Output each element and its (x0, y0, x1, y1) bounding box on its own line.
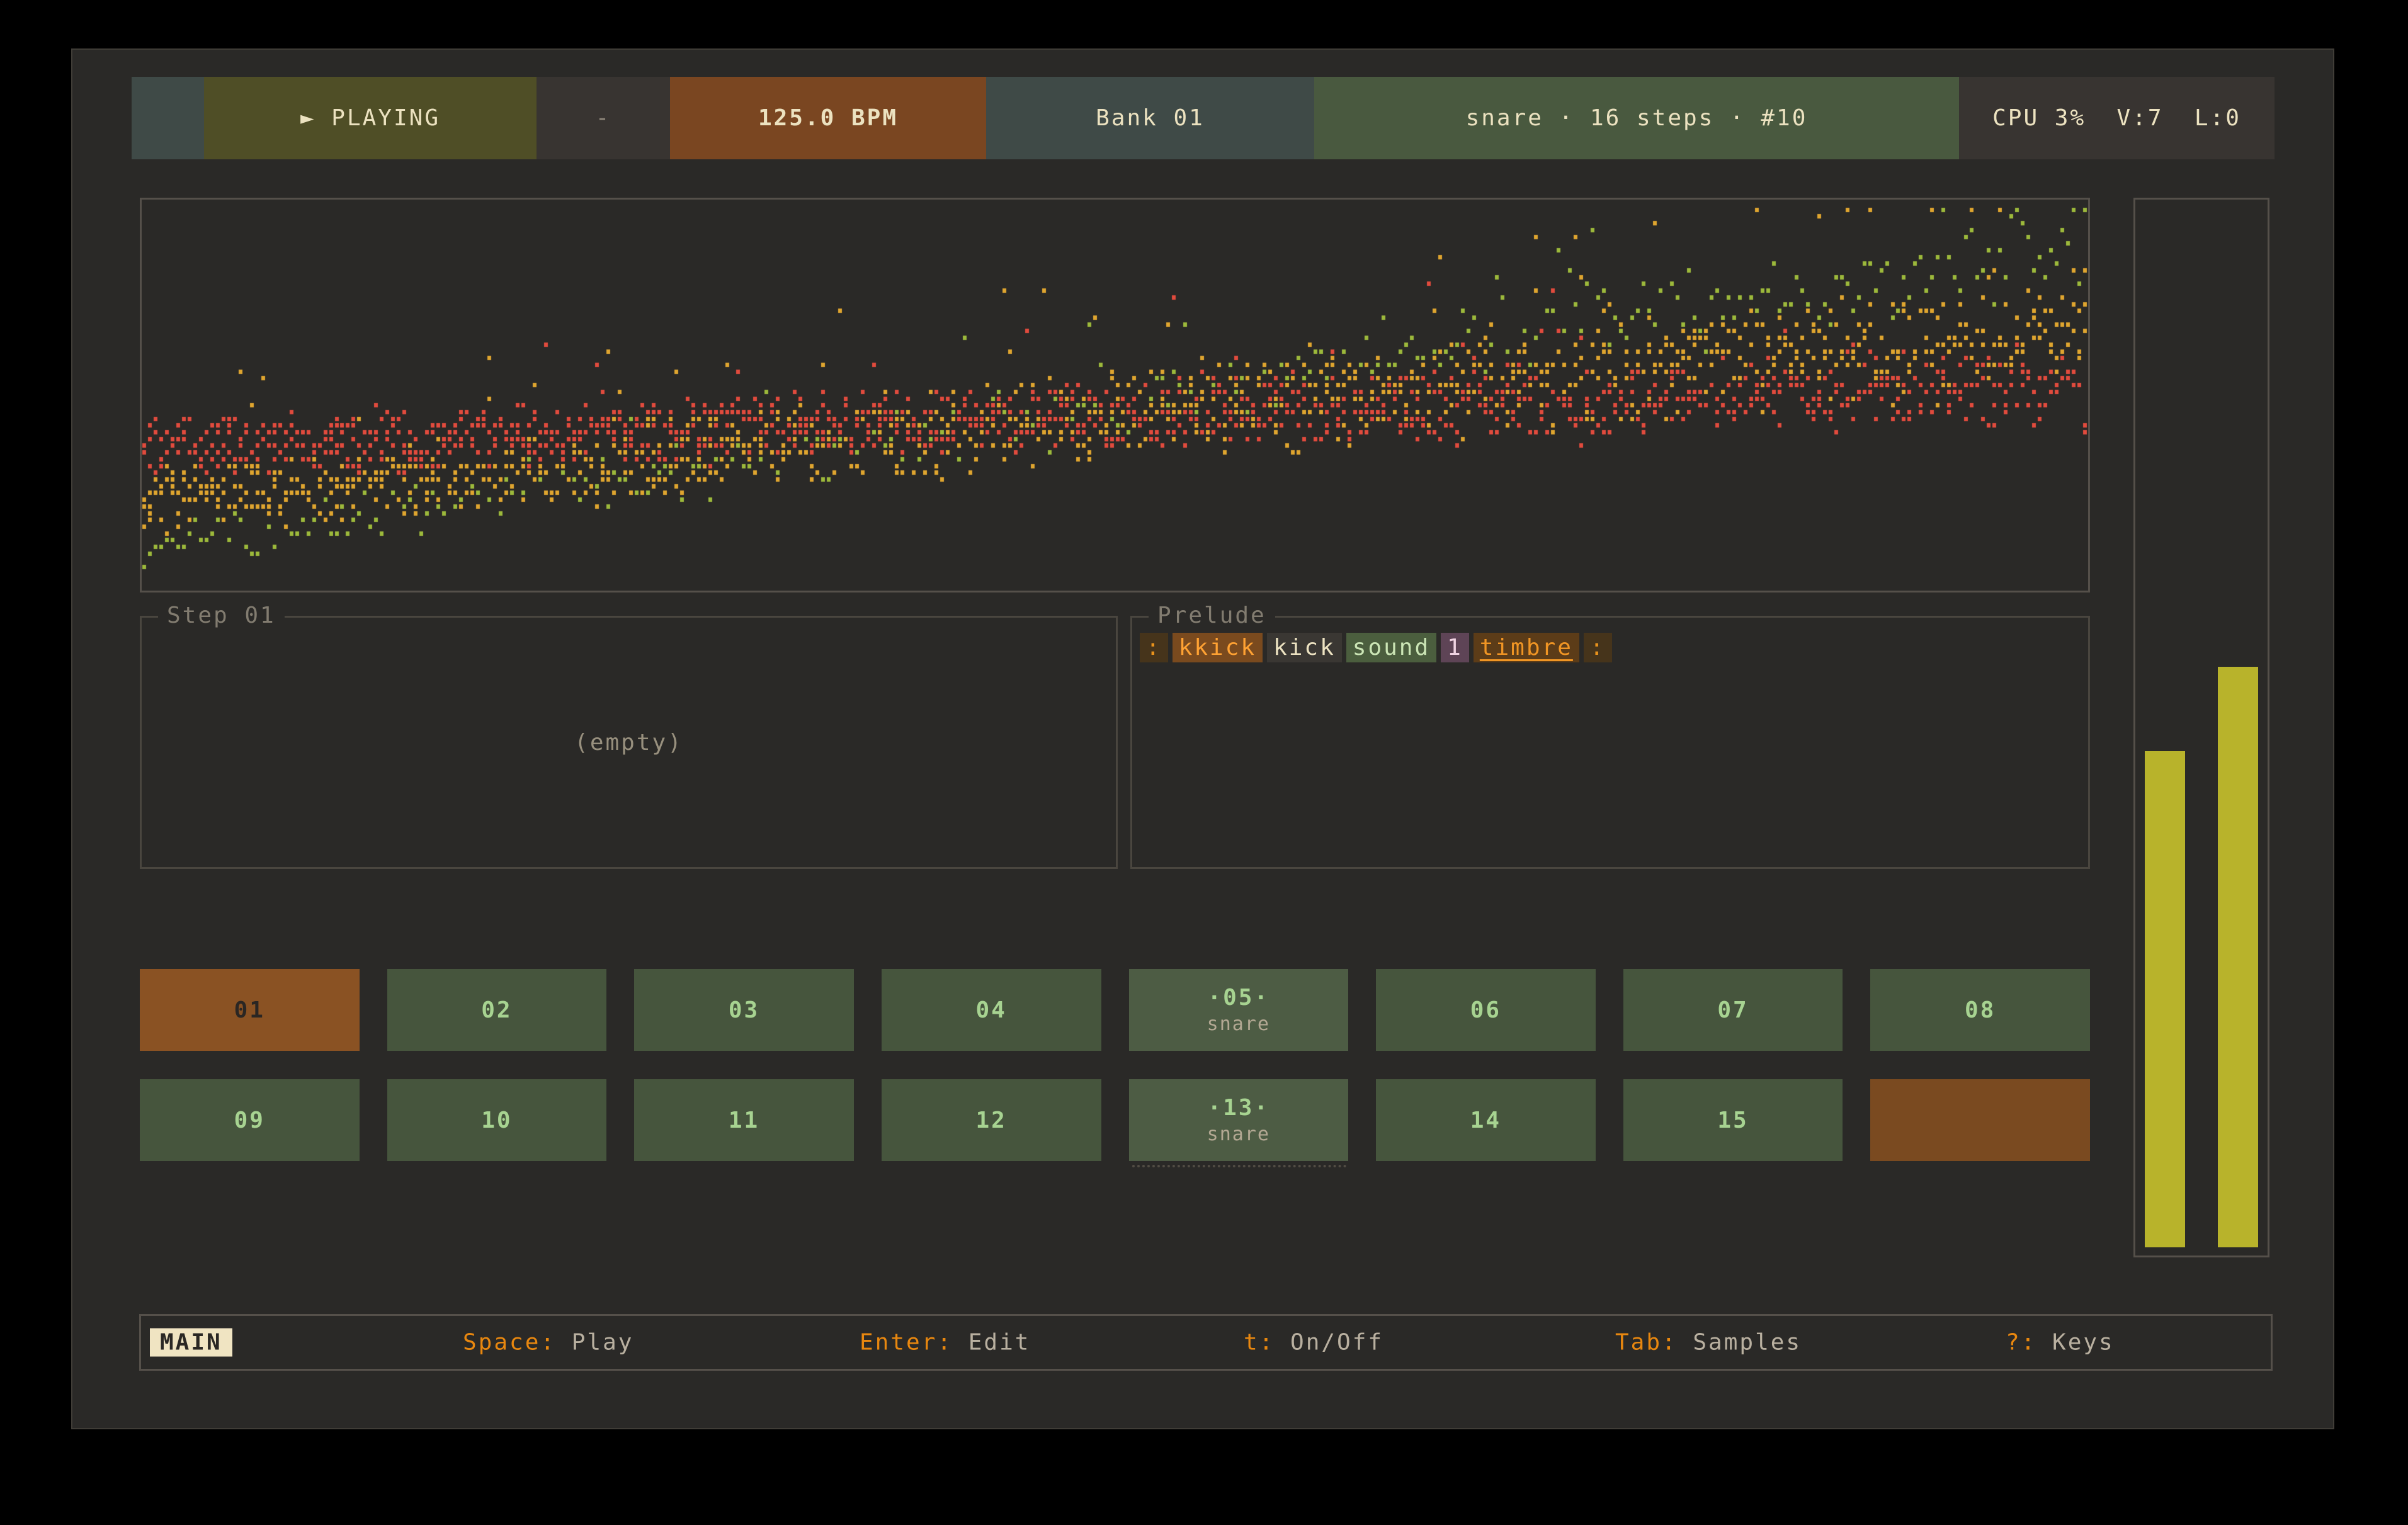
step-button-11[interactable]: 11 (634, 1079, 854, 1161)
step-button-03[interactable]: 03 (634, 969, 854, 1051)
hint-key: Enter: (860, 1330, 953, 1356)
meter-bar-left (2145, 751, 2185, 1247)
step-button-13[interactable]: ·13·snare (1129, 1079, 1349, 1161)
step-button-04[interactable]: 04 (882, 969, 1101, 1051)
bpm-display: 125.0 BPM (670, 77, 986, 159)
prelude-token: kkick (1173, 633, 1263, 662)
prelude-token: : (1584, 633, 1612, 662)
step-number-label: 15 (1717, 1108, 1748, 1133)
step-number-label: 11 (729, 1108, 759, 1133)
step-number-label: 04 (976, 997, 1007, 1023)
step-button-05[interactable]: ·05·snare (1129, 969, 1349, 1051)
bank-display: Bank 01 (986, 77, 1314, 159)
pattern-visualizer-canvas (142, 200, 2088, 591)
step-number-label: 03 (729, 997, 759, 1023)
step-button-01[interactable]: 01 (140, 969, 360, 1051)
hint-action: Samples (1678, 1330, 1802, 1356)
separator-glyph: - (596, 105, 611, 131)
bpm-value: 125.0 BPM (758, 105, 898, 131)
step-button-16[interactable] (1870, 1079, 2090, 1161)
system-stats-text: CPU 3% V:7 L:0 (1992, 105, 2241, 131)
step-13-marker (1132, 1165, 1346, 1167)
prelude-token: sound (1346, 633, 1436, 662)
step-sample-label: snare (1207, 1013, 1270, 1035)
step-number-label: ·13· (1207, 1095, 1269, 1121)
hint-key: Tab: (1615, 1330, 1678, 1356)
step-number-label: 10 (481, 1108, 512, 1133)
hint-key: Space: (463, 1330, 556, 1356)
prelude-token: kick (1267, 633, 1342, 662)
hint-key: t: (1244, 1330, 1275, 1356)
hint-action: Keys (2036, 1330, 2114, 1356)
step-number-label: ·05· (1207, 985, 1269, 1011)
step-button-14[interactable]: 14 (1376, 1079, 1596, 1161)
prelude-token: timbre (1474, 633, 1579, 662)
top-status-bar: ► PLAYING - 125.0 BPM Bank 01 snare · 16… (132, 77, 2275, 159)
step-button-07[interactable]: 07 (1623, 969, 1843, 1051)
step-button-15[interactable]: 15 (1623, 1079, 1843, 1161)
footer-hint-t: t: On/Off (1244, 1330, 1383, 1356)
track-summary-text: snare · 16 steps · #10 (1466, 105, 1808, 131)
step-button-12[interactable]: 12 (882, 1079, 1101, 1161)
steps-grid: 01020304·05·snare06070809101112·13·snare… (140, 969, 2090, 1161)
transport-status: ► PLAYING (204, 77, 537, 159)
transport-separator: - (537, 77, 670, 159)
step-detail-panel: Step 01 (empty) (140, 616, 1118, 869)
level-meter-panel (2133, 198, 2269, 1257)
transport-status-label: ► PLAYING (300, 105, 440, 131)
hint-action: On/Off (1275, 1330, 1383, 1356)
step-number-label: 12 (976, 1108, 1007, 1133)
step-button-02[interactable]: 02 (387, 969, 607, 1051)
step-number-label: 06 (1470, 997, 1501, 1023)
step-number-label: 07 (1717, 997, 1748, 1023)
step-panel-title: Step 01 (158, 603, 285, 628)
footer-hint-space: Space: Play (463, 1330, 633, 1356)
prelude-code[interactable]: :kkickkicksound1timbre: (1140, 633, 1612, 662)
hint-action: Edit (953, 1330, 1030, 1356)
step-number-label: 02 (481, 997, 512, 1023)
prelude-panel[interactable]: Prelude :kkickkicksound1timbre: (1130, 616, 2090, 869)
step-number-label: 08 (1965, 997, 1996, 1023)
footer-hint-help: ?: Keys (2006, 1330, 2115, 1356)
footer-bar: MAIN Space: Play Enter: Edit t: On/Off Tab:… (139, 1314, 2273, 1371)
prelude-token: 1 (1441, 633, 1469, 662)
step-button-08[interactable]: 08 (1870, 969, 2090, 1051)
step-button-06[interactable]: 06 (1376, 969, 1596, 1051)
accent-block (132, 77, 204, 159)
step-button-09[interactable]: 09 (140, 1079, 360, 1161)
hint-action: Play (556, 1330, 633, 1356)
mode-badge: MAIN (150, 1329, 232, 1357)
app-window: ► PLAYING - 125.0 BPM Bank 01 snare · 16… (71, 48, 2334, 1429)
step-number-label: 14 (1470, 1108, 1501, 1133)
footer-hint-enter: Enter: Edit (860, 1330, 1030, 1356)
bank-value: Bank 01 (1096, 105, 1205, 131)
step-number-label: 09 (234, 1108, 265, 1133)
footer-hint-tab: Tab: Samples (1615, 1330, 1802, 1356)
step-empty-text: (empty) (574, 730, 683, 756)
step-button-10[interactable]: 10 (387, 1079, 607, 1161)
pattern-visualizer (140, 198, 2090, 592)
meter-bar-right (2218, 667, 2258, 1247)
prelude-panel-title: Prelude (1149, 603, 1275, 628)
prelude-token: : (1140, 633, 1168, 662)
step-number-label: 01 (234, 997, 265, 1023)
track-summary: snare · 16 steps · #10 (1314, 77, 1959, 159)
step-sample-label: snare (1207, 1123, 1270, 1145)
hint-key: ?: (2006, 1330, 2036, 1356)
system-stats: CPU 3% V:7 L:0 (1959, 77, 2275, 159)
